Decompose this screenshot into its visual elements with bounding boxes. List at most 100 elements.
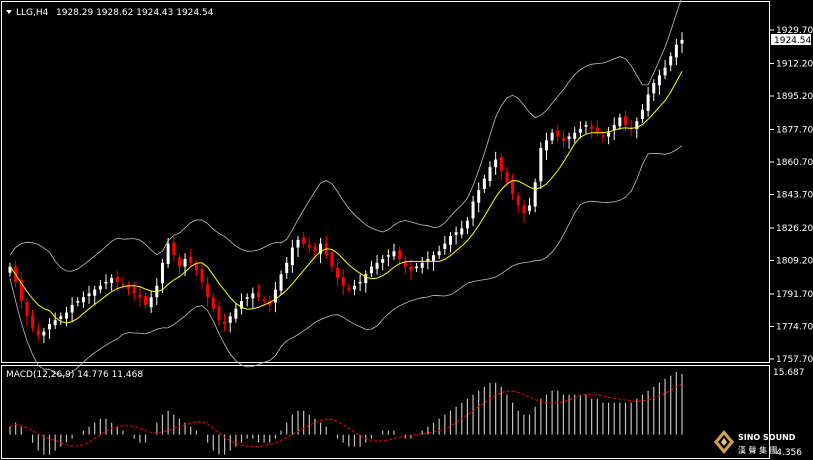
candle-body [336,267,340,279]
price-tick-label: 1774.70 [776,322,813,332]
candle-body [674,44,678,58]
price-tick-label: 1826.20 [776,224,813,234]
macd-label: MACD(12,26,9) 14.776 11.468 [6,370,143,380]
candle-body [42,331,46,336]
candle-body [443,243,447,250]
candle-body [217,306,221,321]
moving-average [9,71,683,324]
candle-body [251,293,255,299]
candle-body [595,127,599,133]
price-chart[interactable]: LLG,H4 1928.29 1928.62 1924.43 1924.54 1… [0,0,813,460]
candle-body [381,258,385,263]
candle-body [330,252,334,267]
candle-body [262,299,266,302]
candle-body [561,137,565,141]
candle-body [172,242,176,256]
candle-body [369,266,373,274]
candle-body [409,266,413,271]
candle-body [223,321,227,324]
candle-body [533,182,537,207]
candle-body [234,308,238,319]
chart-ohlc: 1928.29 1928.62 1924.43 1924.54 [56,8,214,18]
candle-body [386,255,390,257]
macd-max-label: 15.687 [773,368,805,378]
price-tick-label: 1860.70 [776,158,813,168]
main-pane-frame [1,1,770,363]
candle-body [194,263,198,271]
candle-body [290,247,294,266]
collapse-triangle-icon[interactable] [6,10,12,14]
candle-body [471,201,475,219]
candle-body [663,67,667,76]
candle-body [460,228,464,235]
price-tick-label: 1912.20 [776,59,813,69]
candle-body [352,285,356,290]
candle-body [364,274,368,284]
current-price-label: 1924.54 [774,36,811,46]
candle-body [189,256,193,263]
candle-body [48,323,52,330]
candle-body [138,294,142,298]
candle-body [640,109,644,119]
candle-body [70,304,74,313]
macd-histogram [9,372,683,455]
candle-body [307,244,311,248]
candle-body [448,236,452,245]
macd-signal-line [9,383,683,448]
diamond-logo-icon [714,430,734,454]
candle-body [528,205,532,211]
candle-body [573,132,577,139]
candle-body [465,220,469,229]
price-tick-label: 1809.20 [776,256,813,266]
candle-body [550,132,554,141]
price-axis: 1929.701912.201895.201877.701860.701843.… [770,26,813,365]
candle-body [556,130,560,137]
candle-body [505,172,509,183]
macd-signal [9,383,683,448]
candle-body [624,116,628,126]
candle-body [432,255,436,262]
candle-body [482,178,486,189]
candle-body [200,269,204,282]
candle-body [279,274,283,291]
price-tick-label: 1757.70 [776,355,813,365]
candle-body [64,312,68,319]
candle-body [499,157,503,171]
candle-body [296,239,300,248]
candle-body [206,284,210,298]
candle-body [273,289,277,303]
candle-body [646,94,650,111]
price-tick-label: 1895.20 [776,92,813,102]
sino-sound-logo: SINO SOUND 漢 聲 集 團 [714,430,796,455]
candle-body [93,289,97,296]
candle-body [132,287,136,294]
candle-body [25,302,29,317]
chart-symbol: LLG,H4 [16,8,49,18]
candle-body [601,135,605,137]
candle-body [59,316,63,320]
candle-body [121,284,125,286]
ma-line [9,71,683,324]
candle-body [454,232,458,235]
candle-body [149,297,153,308]
candle-body [256,292,260,298]
candle-body [31,315,35,328]
candle-body [516,196,520,206]
candle-body [302,237,306,244]
candle-body [358,281,362,284]
candle-body [657,75,661,86]
candle-body [488,167,492,181]
candle-body [680,39,684,44]
candle-body [228,316,232,323]
candle-body [415,266,419,269]
candle-body [590,126,594,129]
candle-body [81,297,85,303]
bollinger-bands [9,0,683,377]
candle-body [567,136,571,140]
candle-body [669,56,673,66]
candle-body [166,243,170,264]
candle-body [584,125,588,127]
candle-body [115,276,119,282]
candle-body [87,293,91,297]
candle-body [160,262,164,284]
